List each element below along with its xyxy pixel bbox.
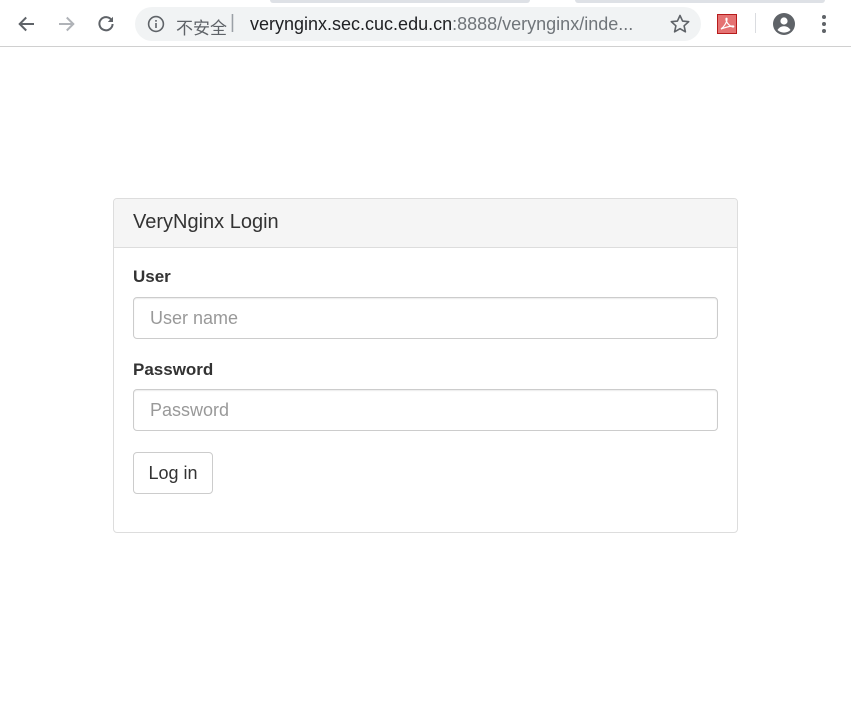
account-circle-icon — [773, 13, 795, 35]
browser-toolbar: 不安全 | verynginx.sec.cuc.edu.cn:8888/very… — [0, 0, 851, 47]
panel-title: VeryNginx Login — [114, 199, 737, 248]
url-text[interactable]: verynginx.sec.cuc.edu.cn:8888/verynginx/… — [250, 14, 670, 35]
user-label: User — [133, 267, 171, 286]
address-separator: | — [230, 12, 235, 33]
login-panel: VeryNginx Login User Password Log in — [113, 198, 738, 533]
reload-icon — [98, 16, 114, 32]
arrow-left-icon — [18, 16, 34, 32]
password-input[interactable] — [133, 389, 718, 431]
address-bar[interactable]: 不安全 | verynginx.sec.cuc.edu.cn:8888/very… — [135, 7, 701, 41]
kebab-menu-icon — [822, 15, 826, 33]
username-input[interactable] — [133, 297, 718, 339]
password-label: Password — [133, 360, 214, 379]
account-button[interactable] — [768, 8, 800, 40]
menu-button[interactable] — [808, 8, 840, 40]
arrow-right-icon — [59, 16, 75, 32]
reload-button[interactable] — [90, 8, 122, 40]
toolbar-divider — [755, 13, 756, 33]
back-button[interactable] — [10, 8, 42, 40]
url-host: verynginx.sec.cuc.edu.cn — [250, 14, 453, 34]
url-path: :8888/verynginx/inde... — [452, 14, 634, 34]
pdf-extension-icon[interactable] — [717, 14, 737, 34]
login-button[interactable]: Log in — [133, 452, 213, 494]
info-icon[interactable] — [147, 15, 165, 33]
tab-strip-edge — [270, 0, 530, 3]
forward-button[interactable] — [51, 8, 83, 40]
tab-strip-edge — [575, 0, 825, 3]
security-label[interactable]: 不安全 — [176, 14, 227, 39]
star-icon[interactable] — [669, 13, 691, 35]
